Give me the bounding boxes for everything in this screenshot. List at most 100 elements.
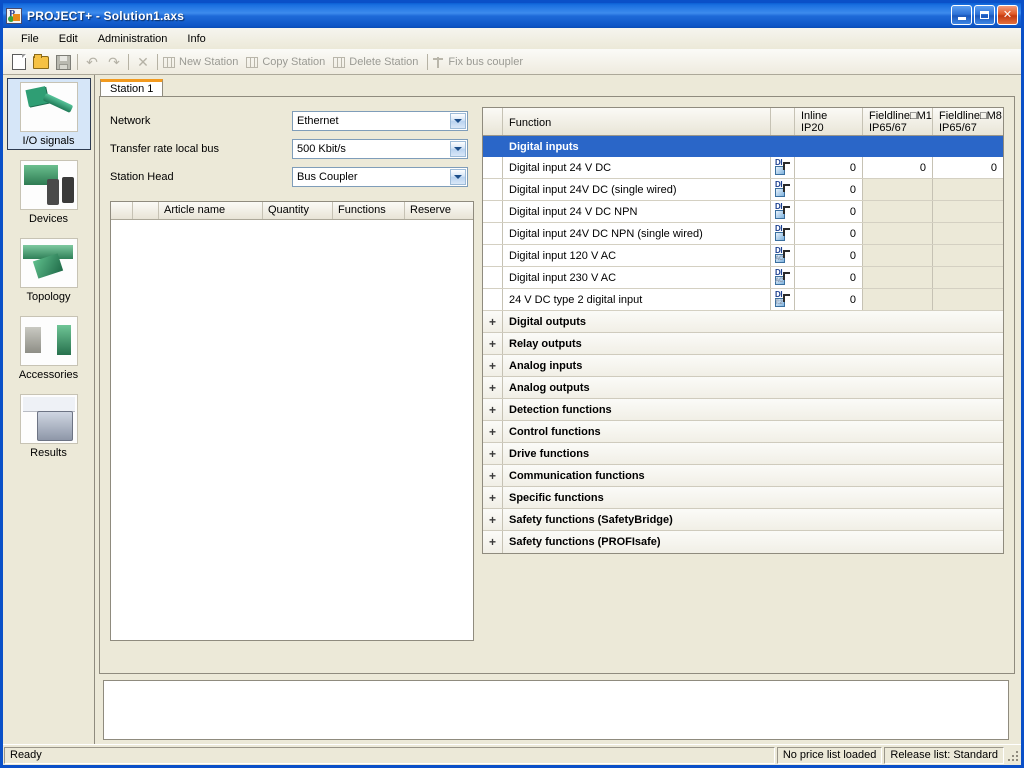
article-col-select[interactable] <box>111 202 133 219</box>
group-row-drive-functions[interactable]: + Drive functions <box>483 443 1003 465</box>
sidebar-item-results[interactable]: Results <box>7 390 91 462</box>
table-row[interactable]: Digital input 24 V DC NPN DI 0 <box>483 201 1003 223</box>
copy-station-icon <box>246 56 259 68</box>
resize-grip[interactable] <box>1005 748 1019 762</box>
minimize-button[interactable] <box>951 5 972 25</box>
inline-value[interactable]: 0 <box>795 245 863 266</box>
group-row-safety-functions-profisafe[interactable]: + Safety functions (PROFIsafe) <box>483 531 1003 553</box>
new-station-button[interactable]: New Station <box>161 51 244 73</box>
chevron-down-icon[interactable] <box>450 113 466 129</box>
m8-value <box>933 179 1003 200</box>
group-row-relay-outputs[interactable]: + Relay outputs <box>483 333 1003 355</box>
header-fieldline-m8-label: Fieldline□M8 <box>939 110 1002 122</box>
article-table[interactable]: Article name Quantity Functions Reserve <box>110 201 474 641</box>
chevron-down-icon[interactable] <box>450 169 466 185</box>
expand-toggle[interactable]: + <box>483 311 503 332</box>
sidebar-item-accessories[interactable]: Accessories <box>7 312 91 384</box>
table-row[interactable]: Digital input 230 V AC DI AC 0 <box>483 267 1003 289</box>
fix-bus-coupler-button[interactable]: Fix bus coupler <box>431 51 529 73</box>
network-select[interactable]: Ethernet <box>292 111 468 131</box>
group-row-safety-functions-safetybridge[interactable]: + Safety functions (SafetyBridge) <box>483 509 1003 531</box>
redo-button[interactable]: ↷ <box>103 51 125 73</box>
expand-toggle[interactable]: + <box>483 355 503 376</box>
header-function[interactable]: Function <box>503 108 771 135</box>
new-file-button[interactable] <box>8 51 30 73</box>
group-row-detection-functions[interactable]: + Detection functions <box>483 399 1003 421</box>
tab-station-1[interactable]: Station 1 <box>100 79 164 96</box>
m12-value[interactable]: 0 <box>863 157 933 178</box>
transfer-rate-label: Transfer rate local bus <box>110 143 220 155</box>
table-row[interactable]: Digital input 120 V AC DI AC 0 <box>483 245 1003 267</box>
row-gutter <box>483 223 503 244</box>
collapse-toggle[interactable] <box>483 136 503 157</box>
save-file-button[interactable] <box>52 51 74 73</box>
function-table-header: Function Inline IP20 Fieldline□M12 IP65/… <box>483 108 1003 136</box>
inline-value[interactable]: 0 <box>795 289 863 310</box>
group-row-analog-inputs[interactable]: + Analog inputs <box>483 355 1003 377</box>
inline-value[interactable]: 0 <box>795 267 863 288</box>
open-file-button[interactable] <box>30 51 52 73</box>
close-button[interactable]: ✕ <box>997 5 1018 25</box>
inline-value[interactable]: 0 <box>795 179 863 200</box>
group-label: Safety functions (PROFIsafe) <box>509 536 661 548</box>
m12-value <box>863 201 933 222</box>
station-head-select[interactable]: Bus Coupler <box>292 167 468 187</box>
group-row-digital-outputs[interactable]: + Digital outputs <box>483 311 1003 333</box>
article-col-functions[interactable]: Functions <box>333 202 405 219</box>
transfer-rate-select[interactable]: 500 Kbit/s <box>292 139 468 159</box>
function-label: Digital input 24V DC (single wired) <box>503 179 771 200</box>
article-col-name[interactable]: Article name <box>159 202 263 219</box>
function-tree-container: Function Inline IP20 Fieldline□M12 IP65/… <box>482 107 1004 665</box>
copy-station-button[interactable]: Copy Station <box>244 51 331 73</box>
row-gutter <box>483 157 503 178</box>
article-col-icon[interactable] <box>133 202 159 219</box>
maximize-button[interactable] <box>974 5 995 25</box>
delete-button[interactable]: ✕ <box>132 51 154 73</box>
toolbar-separator <box>427 54 429 70</box>
table-row[interactable]: Digital input 24V DC NPN (single wired) … <box>483 223 1003 245</box>
delete-station-button[interactable]: Delete Station <box>331 51 424 73</box>
tab-strip: Station 1 <box>99 79 1015 96</box>
menu-edit[interactable]: Edit <box>49 31 88 47</box>
output-panel[interactable] <box>103 680 1009 740</box>
undo-arrow-icon: ↶ <box>86 54 98 70</box>
sidebar-item-io-signals[interactable]: I/O signals <box>6 78 91 150</box>
sidebar-item-devices[interactable]: Devices <box>7 156 91 228</box>
expand-toggle[interactable]: + <box>483 421 503 442</box>
inline-value[interactable]: 0 <box>795 157 863 178</box>
expand-toggle[interactable]: + <box>483 399 503 420</box>
menu-info[interactable]: Info <box>177 31 215 47</box>
group-row-analog-outputs[interactable]: + Analog outputs <box>483 377 1003 399</box>
article-col-reserve[interactable]: Reserve <box>405 202 473 219</box>
article-col-quantity[interactable]: Quantity <box>263 202 333 219</box>
chevron-down-icon[interactable] <box>450 141 466 157</box>
undo-button[interactable]: ↶ <box>81 51 103 73</box>
expand-toggle[interactable]: + <box>483 531 503 553</box>
row-gutter <box>483 245 503 266</box>
group-row-specific-functions[interactable]: + Specific functions <box>483 487 1003 509</box>
expand-toggle[interactable]: + <box>483 443 503 464</box>
expand-toggle[interactable]: + <box>483 377 503 398</box>
expand-toggle[interactable]: + <box>483 487 503 508</box>
inline-value[interactable]: 0 <box>795 223 863 244</box>
expand-toggle[interactable]: + <box>483 509 503 530</box>
menu-file[interactable]: File <box>11 31 49 47</box>
table-row[interactable]: Digital input 24V DC (single wired) DI 0 <box>483 179 1003 201</box>
sidebar-item-topology[interactable]: Topology <box>7 234 91 306</box>
inline-value[interactable]: 0 <box>795 201 863 222</box>
m8-value[interactable]: 0 <box>933 157 1003 178</box>
group-row-digital-inputs[interactable]: Digital inputs <box>483 136 1003 157</box>
expand-toggle[interactable]: + <box>483 465 503 486</box>
header-fieldline-m8[interactable]: Fieldline□M8 IP65/67 <box>933 108 1003 135</box>
menu-administration[interactable]: Administration <box>88 31 178 47</box>
function-label: 24 V DC type 2 digital input <box>503 289 771 310</box>
close-x-icon: ✕ <box>137 54 149 70</box>
function-label: Digital input 120 V AC <box>503 245 771 266</box>
group-row-control-functions[interactable]: + Control functions <box>483 421 1003 443</box>
header-fieldline-m12[interactable]: Fieldline□M12 IP65/67 <box>863 108 933 135</box>
expand-toggle[interactable]: + <box>483 333 503 354</box>
table-row[interactable]: Digital input 24 V DC DI 0 0 0 <box>483 157 1003 179</box>
group-row-communication-functions[interactable]: + Communication functions <box>483 465 1003 487</box>
table-row[interactable]: 24 V DC type 2 digital input DI T:2 0 <box>483 289 1003 311</box>
header-inline[interactable]: Inline IP20 <box>795 108 863 135</box>
